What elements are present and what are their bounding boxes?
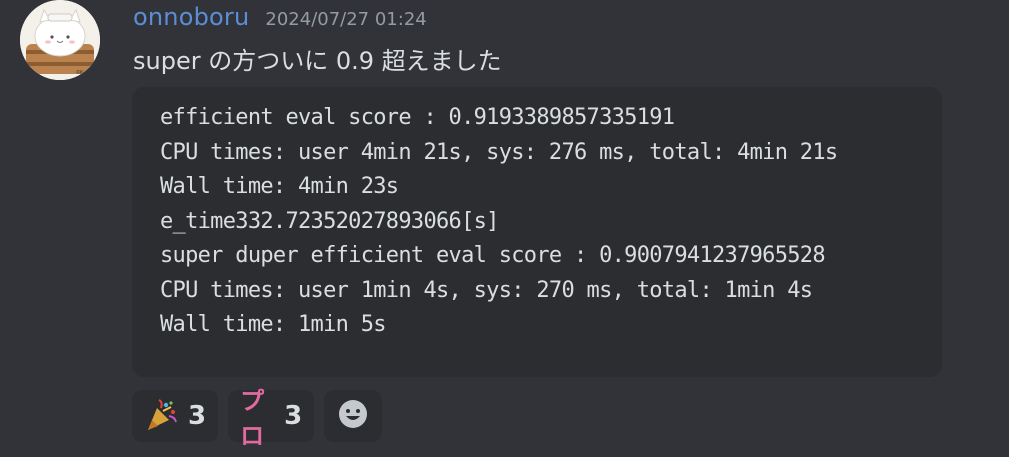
- pro-text-icon: プロ: [240, 387, 274, 450]
- message-text: super の方ついに 0.9 超えました: [133, 47, 502, 75]
- code-line: CPU times: user 4min 21s, sys: 276 ms, t…: [160, 139, 838, 165]
- party-popper-icon: [144, 399, 178, 433]
- code-line: Wall time: 1min 5s: [160, 312, 387, 337]
- reaction-pro[interactable]: プロ 3: [228, 387, 315, 450]
- code-line: efficient eval score : 0.919338985733519…: [160, 105, 675, 130]
- message: ©K-49 onnoboru 2024/07/27 01:24 super の方…: [0, 0, 1009, 457]
- message-header: onnoboru 2024/07/27 01:24: [133, 3, 427, 33]
- cat-in-tub-avatar-icon: ©K-49: [20, 0, 100, 80]
- code-block: efficient eval score : 0.919338985733519…: [132, 87, 942, 377]
- code-block-content: efficient eval score : 0.919338985733519…: [160, 101, 838, 343]
- reaction-count: 3: [188, 401, 207, 431]
- code-line: Wall time: 4min 23s: [160, 174, 399, 199]
- avatar-caption: ©K-49: [76, 69, 92, 76]
- timestamp[interactable]: 2024/07/27 01:24: [265, 9, 426, 30]
- reaction-party-popper[interactable]: 3: [132, 390, 219, 442]
- reactions-bar: 3 プロ 3: [132, 387, 383, 450]
- code-line: super duper efficient eval score : 0.900…: [160, 243, 826, 268]
- code-line: CPU times: user 1min 4s, sys: 270 ms, to…: [160, 277, 813, 303]
- code-line: e_time332.72352027893066[s]: [160, 208, 499, 234]
- avatar[interactable]: ©K-49: [20, 0, 100, 80]
- smiley-icon: [337, 398, 369, 434]
- username[interactable]: onnoboru: [133, 3, 249, 31]
- add-reaction-button[interactable]: [324, 390, 383, 442]
- reaction-count: 3: [284, 401, 303, 431]
- pro-text-label: プロ: [240, 387, 264, 450]
